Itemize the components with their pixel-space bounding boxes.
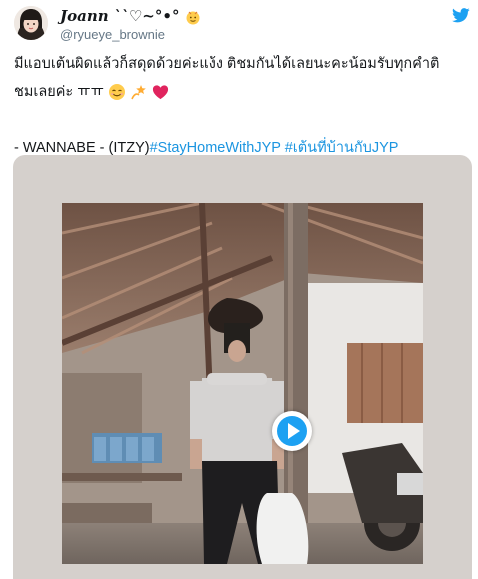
- heart-emoji-icon: [152, 85, 169, 99]
- video-frame-image: [62, 203, 423, 564]
- hashtag-stayhomewithjyp[interactable]: #StayHomeWithJYP: [150, 140, 281, 156]
- avatar[interactable]: [14, 6, 48, 40]
- twitter-bird-icon[interactable]: [452, 8, 470, 23]
- face-emoji-icon: [186, 11, 200, 25]
- video-thumbnail[interactable]: [62, 203, 423, 564]
- tweet-text: มีแอบเต้นผิดแล้วก็สดุดด้วยค่ะแง้ง ติชมกั…: [14, 50, 464, 162]
- display-name[interactable]: Joann ``♡~°•°: [60, 7, 201, 25]
- song-credit: - WANNABE - (ITZY): [14, 140, 150, 156]
- tweet-media[interactable]: [13, 155, 472, 579]
- hashtag-dance-at-home-with-jyp[interactable]: #เต้นที่บ้านกับJYP: [285, 140, 399, 156]
- avatar-image: [14, 6, 48, 40]
- tweet-text-line-3-spacer: [14, 106, 464, 134]
- dizzy-emoji-icon: [131, 85, 146, 100]
- user-handle[interactable]: @ryueye_brownie: [60, 27, 165, 42]
- display-name-text: Joann ``♡~°•°: [60, 7, 180, 25]
- tweet-text-line-2-text: ชมเลยค่ะ ㅠㅠ: [14, 84, 104, 100]
- tweet-text-line-1: มีแอบเต้นผิดแล้วก็สดุดด้วยค่ะแง้ง ติชมกั…: [14, 56, 440, 72]
- smiling-face-emoji-icon: [108, 84, 125, 101]
- tweet-text-line-2: ชมเลยค่ะ ㅠㅠ: [14, 78, 464, 106]
- play-icon[interactable]: [272, 411, 312, 451]
